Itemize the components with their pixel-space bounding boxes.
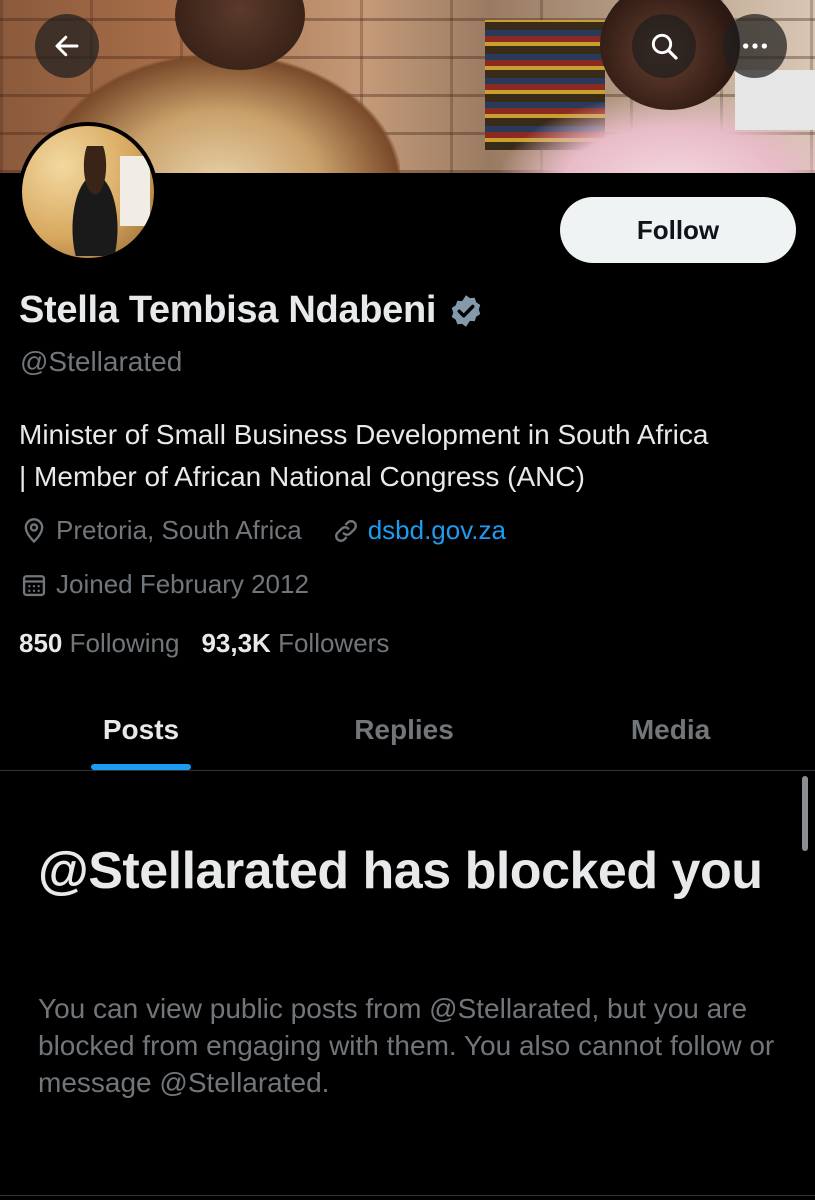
active-tab-indicator (91, 764, 191, 770)
tab-label: Posts (102, 714, 180, 745)
handle: @Stellarated (20, 346, 183, 377)
followers-stat[interactable]: 93,3K Followers (201, 628, 389, 659)
scrollbar[interactable] (802, 776, 808, 851)
tab-label: Media (630, 714, 711, 745)
follow-button[interactable]: Follow (560, 197, 796, 263)
profile-avatar[interactable] (18, 122, 158, 262)
profile-tabs: Posts Replies Media (0, 690, 815, 771)
bio-line: Minister of Small Business Development i… (19, 419, 709, 450)
bio: Minister of Small Business Development i… (19, 414, 809, 498)
blocked-title: @Stellarated has blocked you (38, 842, 763, 900)
back-button[interactable] (35, 14, 99, 78)
followers-count: 93,3K (201, 628, 271, 658)
profile-meta-joined-row: Joined February 2012 (20, 569, 309, 600)
profile-meta-location-row: Pretoria, South Africa dsbd.gov.za (20, 515, 506, 546)
arrow-left-icon (55, 35, 79, 57)
tab-media[interactable]: Media (526, 690, 815, 770)
display-name: Stella Tembisa Ndabeni (19, 289, 437, 331)
more-horizontal-icon (743, 43, 767, 49)
search-icon (651, 33, 678, 60)
followers-label: Followers (278, 628, 390, 658)
tab-posts[interactable]: Posts (0, 690, 282, 770)
following-stat[interactable]: 850 Following (19, 628, 179, 659)
divider (0, 1195, 815, 1196)
blocked-message: You can view public posts from @Stellara… (38, 993, 775, 1098)
search-button[interactable] (632, 14, 696, 78)
tab-replies[interactable]: Replies (282, 690, 526, 770)
follow-stats: 850 Following 93,3K Followers (19, 628, 411, 659)
tab-label: Replies (354, 714, 454, 745)
link-icon (334, 519, 357, 542)
following-count: 850 (19, 628, 63, 658)
joined-text: Joined February 2012 (56, 569, 309, 599)
location-pin-icon (24, 517, 44, 543)
name-row: Stella Tembisa Ndabeni (19, 289, 484, 332)
verified-badge-icon[interactable] (448, 293, 484, 329)
bio-line: | Member of African National Congress (A… (19, 461, 585, 492)
website-link[interactable]: dsbd.gov.za (368, 515, 506, 546)
banner-sign (735, 70, 815, 130)
following-label: Following (69, 628, 180, 658)
avatar-banner-panel (120, 156, 150, 226)
more-options-button[interactable] (723, 14, 787, 78)
location-text: Pretoria, South Africa (56, 515, 302, 545)
calendar-icon (22, 574, 46, 596)
website-link-group[interactable]: dsbd.gov.za (332, 515, 506, 546)
